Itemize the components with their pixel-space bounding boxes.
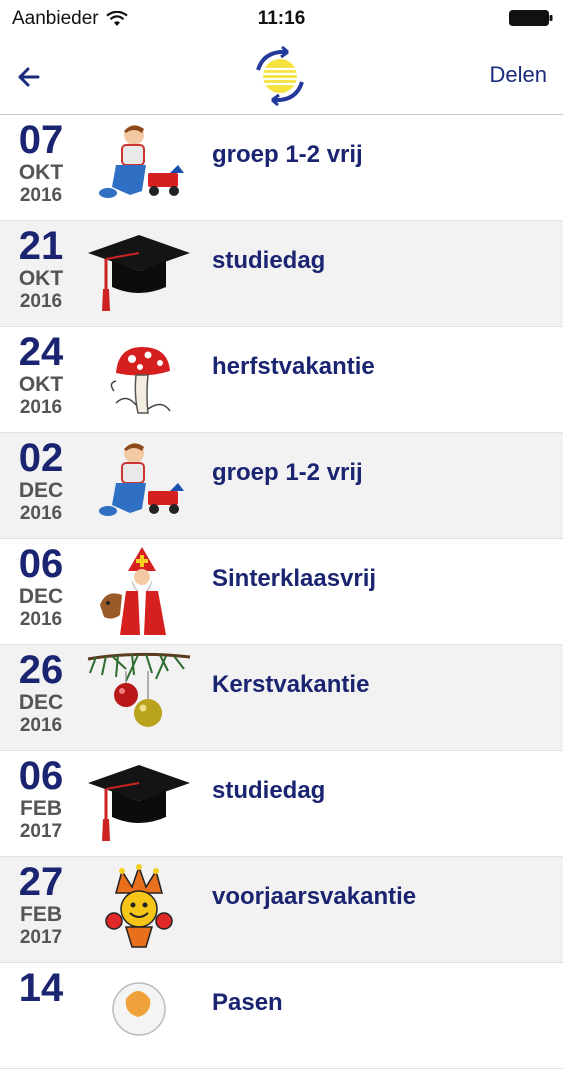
list-item[interactable]: 07 OKT 2016 groep 1-2 vrij: [0, 115, 563, 221]
event-day: 27: [18, 860, 64, 904]
child-playing-icon: [99, 443, 184, 516]
event-day: 14: [18, 966, 64, 1010]
event-year: 2016: [19, 715, 63, 736]
list-item[interactable]: 06 FEB 2017 studiedag: [0, 751, 563, 857]
battery-icon: [509, 10, 553, 26]
event-month: OKT: [18, 267, 64, 290]
event-year: 2017: [19, 821, 63, 842]
list-item[interactable]: 27 FEB 2017 voorjaarsvakantie: [0, 857, 563, 963]
graduation-cap-icon: [88, 765, 190, 841]
event-title: Pasen: [212, 989, 283, 1016]
event-day: 06: [18, 754, 64, 798]
event-day: 24: [18, 330, 64, 374]
event-title: Kerstvakantie: [212, 671, 370, 698]
event-month: DEC: [18, 585, 64, 608]
event-year: 2016: [19, 609, 63, 630]
list-item[interactable]: 06 DEC 2016 Sinterklaasvrij: [0, 539, 563, 645]
list-item[interactable]: 14 Pasen: [0, 963, 563, 1069]
event-day: 21: [18, 224, 64, 268]
list-item[interactable]: 24 OKT 2016 herfstvakantie: [0, 327, 563, 433]
event-year: 2016: [19, 291, 63, 312]
child-playing-icon: [99, 125, 184, 198]
clock: 11:16: [257, 8, 306, 29]
event-day: 26: [18, 648, 64, 692]
event-day: 02: [18, 436, 64, 480]
list-item[interactable]: 21 OKT 2016 studiedag: [0, 221, 563, 327]
event-date: 06 FEB 2017: [6, 755, 76, 844]
event-year: 2016: [19, 503, 63, 524]
mushroom-icon: [110, 347, 171, 414]
event-date: 24 OKT 2016: [6, 331, 76, 420]
easter-icon: [112, 982, 166, 1036]
event-month: DEC: [18, 479, 64, 502]
event-title: groep 1-2 vrij: [212, 141, 363, 168]
event-date: 02 DEC 2016: [6, 437, 76, 526]
event-month: DEC: [18, 691, 64, 714]
event-month: OKT: [18, 161, 64, 184]
event-month: FEB: [20, 903, 62, 926]
event-date: 14: [6, 967, 76, 1009]
event-year: 2017: [19, 927, 63, 948]
list-item[interactable]: 02 DEC 2016 groep 1-2 vrij: [0, 433, 563, 539]
event-title: herfstvakantie: [212, 353, 375, 380]
event-list: 07 OKT 2016 groep 1-2 vrij 21 OKT 2016 s…: [0, 115, 563, 1069]
event-title: Sinterklaasvrij: [212, 565, 377, 592]
event-month: OKT: [18, 373, 64, 396]
back-arrow-icon[interactable]: [12, 60, 46, 94]
app-logo: [256, 46, 304, 106]
event-title: groep 1-2 vrij: [212, 459, 363, 486]
event-day: 06: [18, 542, 64, 586]
event-date: 21 OKT 2016: [6, 225, 76, 314]
jester-icon: [105, 864, 173, 948]
event-title: voorjaarsvakantie: [212, 883, 417, 910]
event-month: FEB: [20, 797, 62, 820]
event-year: 2016: [19, 397, 63, 418]
christmas-ornaments-icon: [87, 652, 191, 727]
event-title: studiedag: [212, 777, 326, 804]
event-date: 27 FEB 2017: [6, 861, 76, 950]
share-button[interactable]: Delen: [490, 62, 547, 88]
nav-bar: Delen: [0, 38, 563, 115]
event-date: 06 DEC 2016: [6, 543, 76, 632]
event-date: 07 OKT 2016: [6, 119, 76, 208]
event-year: 2016: [19, 185, 63, 206]
status-bar: Aanbieder 11:16: [0, 0, 563, 38]
event-title: studiedag: [212, 247, 326, 274]
event-day: 07: [18, 118, 64, 162]
graduation-cap-icon: [88, 235, 190, 311]
list-item[interactable]: 26 DEC 2016 Kerstvakantie: [0, 645, 563, 751]
sinterklaas-icon: [100, 547, 166, 635]
event-date: 26 DEC 2016: [6, 649, 76, 738]
